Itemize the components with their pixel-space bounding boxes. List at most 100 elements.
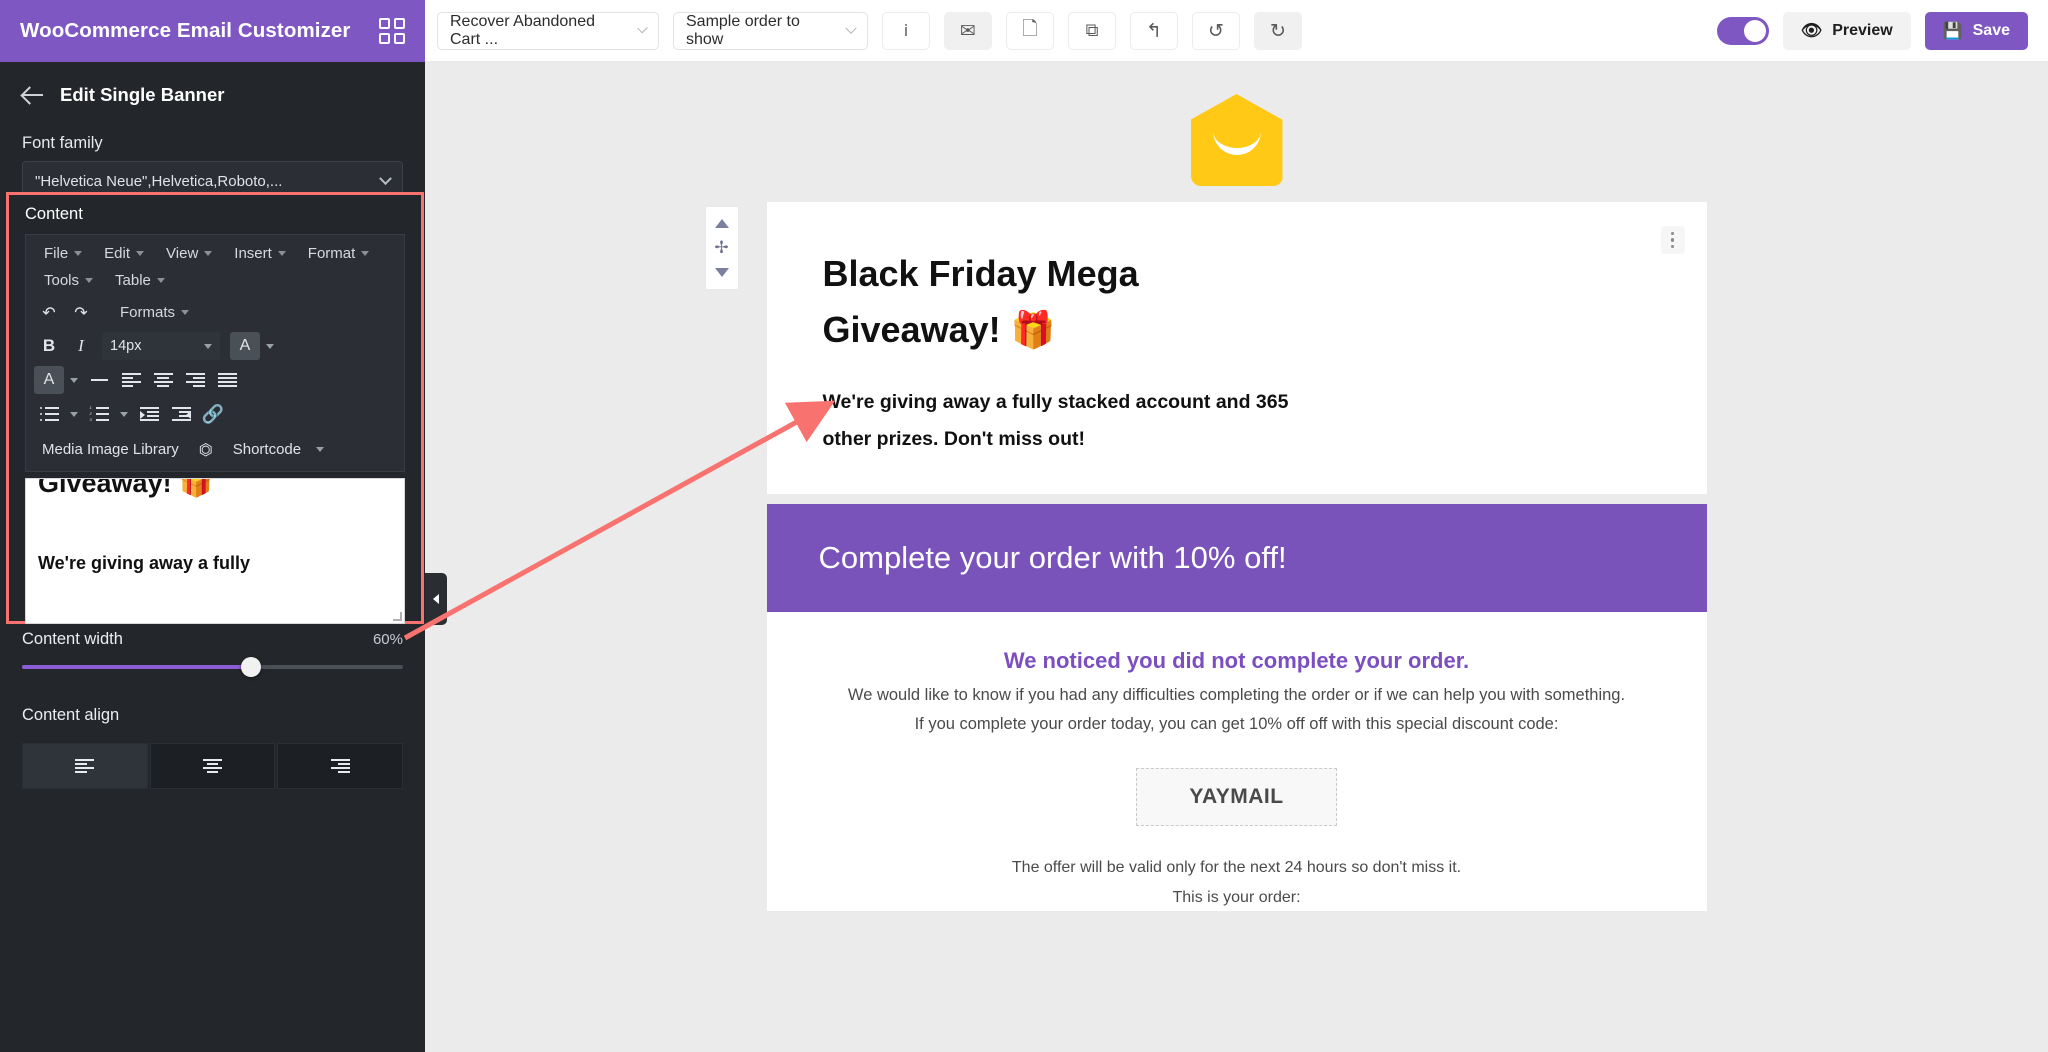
indent-decrease-glyph [171, 407, 191, 421]
editor-content-paragraph: We're giving away a fully [38, 552, 251, 573]
desktop-mobile-toggle[interactable] [1716, 16, 1769, 45]
undo-icon[interactable]: ↶ [34, 298, 64, 326]
font-size-value: 14px [110, 338, 142, 354]
duplicate-icon[interactable]: ⧉ [1068, 11, 1116, 50]
info-icon[interactable]: i [882, 11, 930, 50]
save-button[interactable]: 💾 Save [1924, 11, 2028, 50]
eye-icon: 👁 [1800, 20, 1823, 41]
menu-file[interactable]: File [34, 241, 92, 266]
menu-format[interactable]: Format [298, 241, 380, 266]
editor-toolbar-row-2: B I 14px A [26, 329, 404, 363]
bullet-list-dropdown[interactable] [66, 400, 82, 428]
text-color-icon[interactable]: A [230, 332, 260, 360]
editor-content-area[interactable]: Giveaway! 🎁 We're giving away a fully [25, 478, 405, 624]
banner-block[interactable]: Complete your order with 10% off! [766, 503, 1707, 612]
sidebar-collapse-handle[interactable] [425, 573, 447, 625]
horizontal-rule-icon[interactable] [84, 366, 114, 394]
caret-down-icon [181, 309, 190, 315]
background-color-dropdown[interactable] [66, 366, 82, 394]
body-line-2: If you complete your order today, you ca… [914, 715, 1559, 734]
menu-table[interactable]: Table [105, 268, 175, 293]
content-align-right-button[interactable] [277, 743, 404, 789]
block-controls: ✢ [704, 206, 739, 290]
dot [1670, 238, 1675, 242]
body-block[interactable]: We noticed you did not complete your ord… [766, 611, 1707, 911]
bold-button[interactable]: B [34, 332, 64, 360]
email-template-select[interactable]: Recover Abandoned Cart ... [437, 11, 659, 50]
align-center-bars [153, 373, 173, 387]
menu-insert[interactable]: Insert [224, 241, 296, 266]
menu-view[interactable]: View [156, 241, 222, 266]
grid-cell [379, 33, 390, 44]
body-line-1: We would like to know if you had any dif… [847, 685, 1626, 704]
menu-tools-label: Tools [44, 272, 80, 289]
move-handle-icon[interactable]: ✢ [714, 238, 728, 258]
text-color-dropdown[interactable] [262, 332, 278, 360]
background-color-icon[interactable]: A [34, 366, 64, 394]
indent-decrease-icon[interactable] [166, 400, 196, 428]
menu-tools[interactable]: Tools [34, 268, 103, 293]
undo-history-icon[interactable]: ↺ [1192, 11, 1240, 50]
align-justify-icon[interactable] [212, 366, 242, 394]
bullet-list-icon[interactable] [34, 400, 64, 428]
font-family-label: Font family [22, 134, 103, 152]
grid-cell [394, 18, 405, 29]
indent-increase-icon[interactable] [134, 400, 164, 428]
dot [1670, 244, 1675, 249]
numbered-list-dropdown[interactable] [116, 400, 132, 428]
numbered-list-icon[interactable]: 1 2 3 [84, 400, 114, 428]
dot [1670, 231, 1675, 236]
align-left-icon[interactable] [116, 366, 146, 394]
editor-toolbar-row-1: ↶ ↷ Formats [26, 295, 404, 329]
move-down-icon[interactable] [714, 268, 729, 277]
preview-button[interactable]: 👁 Preview [1782, 11, 1911, 50]
slider-fill [22, 665, 251, 669]
content-label: Content [25, 205, 83, 223]
hero-heading: Black Friday Mega Giveaway! 🎁 [822, 253, 1139, 350]
content-width-slider[interactable] [22, 657, 403, 677]
align-right-icon[interactable] [180, 366, 210, 394]
shortcode-dropdown[interactable] [313, 435, 327, 463]
back-to-panels[interactable]: Edit Single Banner [0, 62, 425, 124]
resize-grip-icon[interactable] [393, 612, 402, 621]
reply-icon[interactable]: ↰ [1130, 11, 1178, 50]
align-right-icon [330, 759, 350, 773]
align-center-icon[interactable] [148, 366, 178, 394]
coupon-code: YAYMAIL [1136, 768, 1337, 827]
move-up-icon[interactable] [714, 219, 729, 228]
content-align-left-button[interactable] [22, 743, 148, 789]
content-width-section: Content width 60% [0, 630, 425, 677]
formats-menu[interactable]: Formats [110, 300, 199, 325]
redo-icon[interactable]: ↷ [66, 298, 96, 326]
slider-knob[interactable] [240, 657, 261, 677]
caret-down-icon [266, 343, 274, 349]
content-align-center-button[interactable] [149, 743, 276, 789]
grid-icon[interactable] [379, 18, 405, 44]
redo-history-icon[interactable]: ↻ [1254, 11, 1302, 50]
panel-title: Edit Single Banner [60, 84, 225, 105]
sidebar: WooCommerce Email Customizer Edit Single… [0, 0, 425, 1052]
editor-toolbar-row-3: A [26, 363, 404, 397]
hr-line [90, 379, 108, 381]
media-image-library-button[interactable]: Media Image Library [34, 439, 187, 460]
shortcode-button[interactable]: Shortcode [225, 439, 309, 460]
caret-down-icon [120, 411, 128, 417]
align-justify-bars [217, 373, 237, 387]
logo-container [425, 62, 2048, 186]
italic-button[interactable]: I [66, 332, 96, 360]
chevron-down-icon [845, 22, 857, 34]
page-icon[interactable]: 🗋 [1006, 11, 1054, 50]
hero-block[interactable]: Black Friday Mega Giveaway! 🎁 We're givi… [766, 202, 1707, 494]
fullscreen-icon[interactable]: ⏣ [191, 435, 221, 463]
sample-order-select[interactable]: Sample order to show [673, 11, 868, 50]
bullet-list-glyph [39, 406, 59, 422]
content-width-value: 60% [372, 631, 403, 648]
link-icon[interactable]: 🔗 [198, 400, 228, 428]
email-icon[interactable]: ✉ [944, 11, 992, 50]
preview-label: Preview [1832, 21, 1893, 39]
font-size-select[interactable]: 14px [102, 332, 220, 360]
editor-toolbar-row-4: 1 2 3 🔗 [26, 397, 404, 431]
three-dots-vertical-icon[interactable] [1660, 226, 1685, 254]
menu-edit[interactable]: Edit [94, 241, 154, 266]
hero-paragraph: We're giving away a fully stacked accoun… [822, 390, 1289, 450]
